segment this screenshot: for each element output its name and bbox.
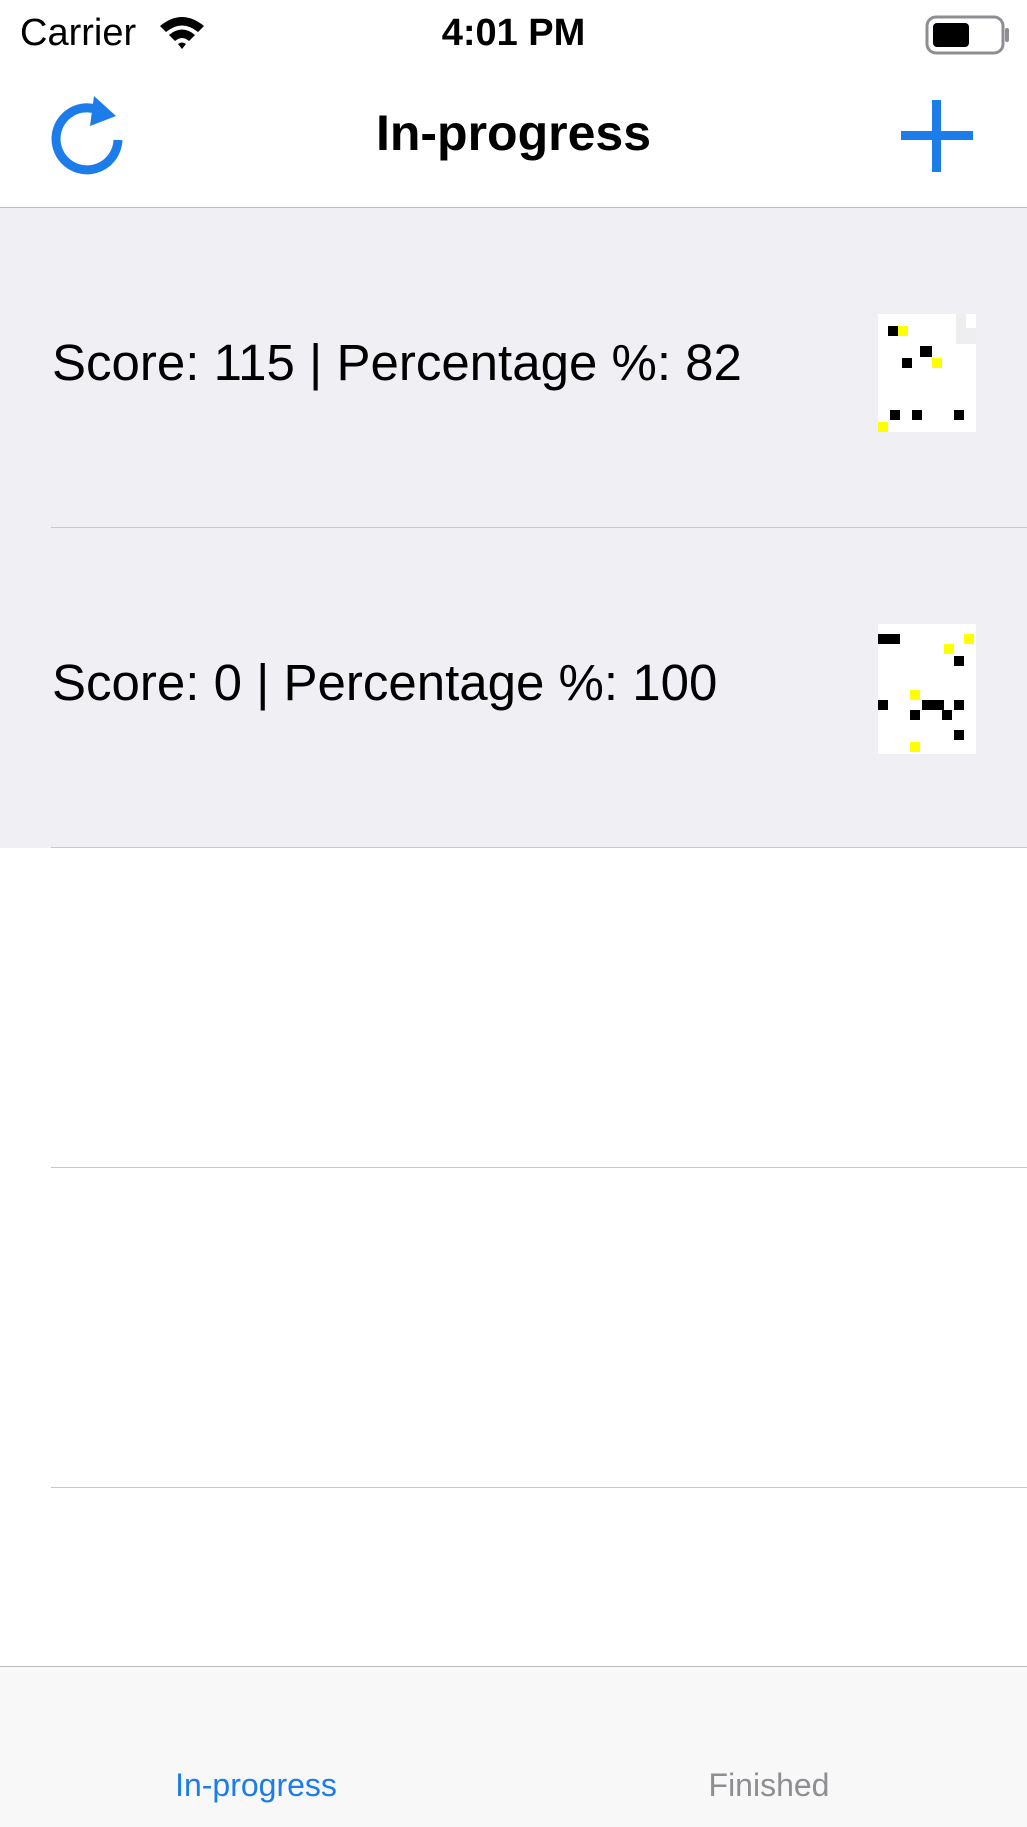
page-title: In-progress (375, 105, 652, 161)
status-bar: Carrier 4:01 PM (0, 0, 1027, 70)
game-row[interactable]: Score: 115 | Percentage %: 82 (0, 208, 1027, 528)
navigation-bar: In-progress (0, 70, 1027, 208)
tab-in-progress[interactable]: In-progress (106, 1767, 406, 1804)
game-row[interactable]: Score: 0 | Percentage %: 100 (0, 528, 1027, 848)
game-board-thumbnail (878, 624, 976, 754)
clock: 4:01 PM (441, 12, 586, 54)
game-board-thumbnail (878, 314, 976, 432)
empty-row (0, 848, 1027, 1168)
games-table: Score: 115 | Percentage %: 82 Score: 0 |… (0, 208, 1027, 1488)
battery-icon (925, 15, 1009, 55)
row-separator (51, 1487, 1027, 1488)
tab-finished[interactable]: Finished (619, 1767, 919, 1804)
plus-icon[interactable] (897, 96, 977, 176)
game-score-label: Score: 115 | Percentage %: 82 (52, 334, 742, 391)
game-score-label: Score: 0 | Percentage %: 100 (52, 654, 718, 711)
tab-bar: In-progress Finished (0, 1666, 1027, 1827)
empty-row (0, 1168, 1027, 1488)
